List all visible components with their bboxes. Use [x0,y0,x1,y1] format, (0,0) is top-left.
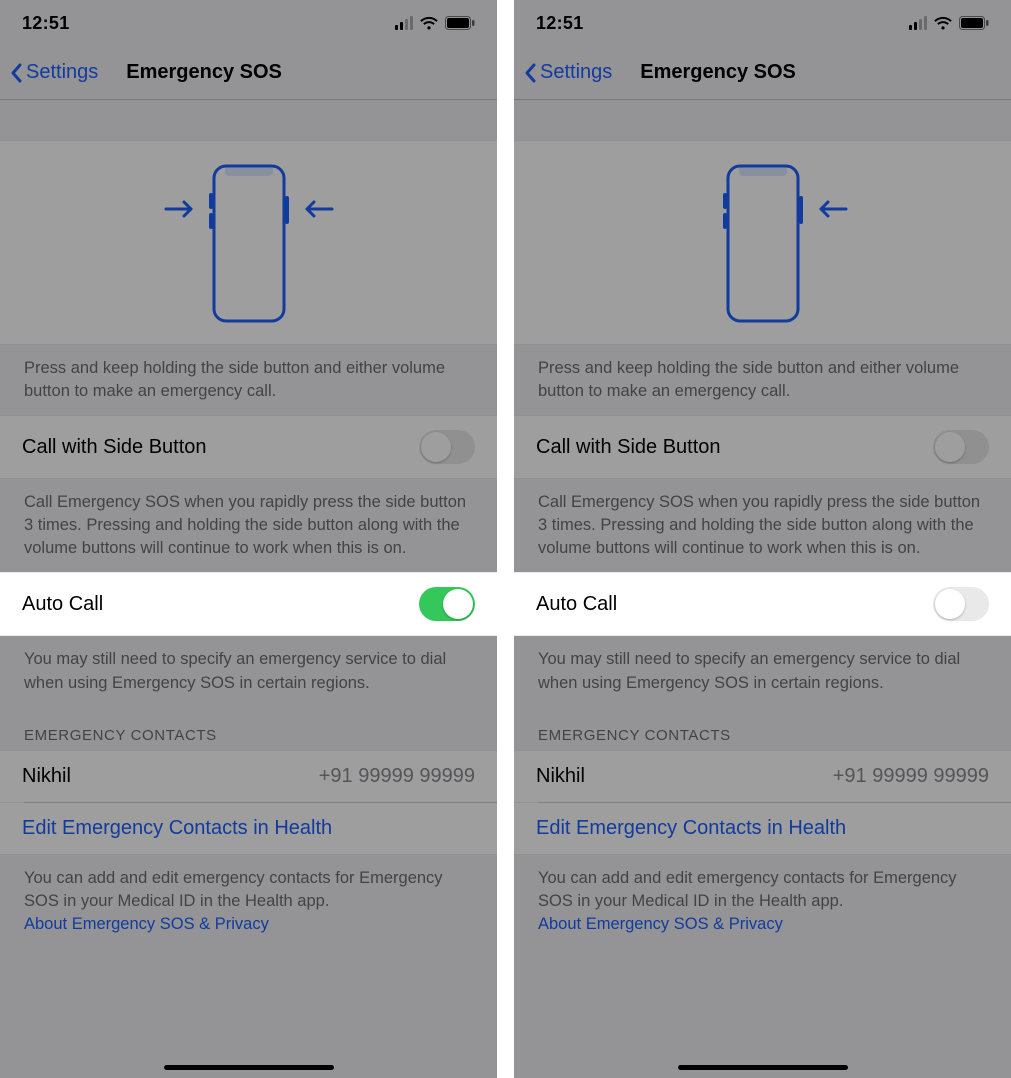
back-button[interactable]: Settings [524,61,612,84]
call-with-side-button-label: Call with Side Button [22,436,207,459]
auto-call-label: Auto Call [22,593,103,616]
contact-phone: +91 99999 99999 [833,765,989,788]
home-indicator[interactable] [164,1065,334,1070]
battery-icon [445,16,475,30]
call-with-side-button-footer: Call Emergency SOS when you rapidly pres… [0,479,497,572]
emergency-contact-row[interactable]: Nikhil +91 99999 99999 [514,750,1011,802]
diagram-footer: Press and keep holding the side button a… [0,345,497,415]
edit-contacts-label: Edit Emergency Contacts in Health [22,817,332,840]
chevron-left-icon [10,63,22,83]
cellular-icon [909,16,927,30]
back-label: Settings [26,61,98,84]
status-time: 12:51 [536,13,584,34]
auto-call-toggle[interactable] [933,587,989,621]
auto-call-row[interactable]: Auto Call [514,572,1011,636]
call-with-side-button-toggle[interactable] [933,430,989,464]
contact-phone: +91 99999 99999 [319,765,475,788]
contacts-footer: You can add and edit emergency contacts … [0,855,497,948]
chevron-left-icon [524,63,536,83]
status-time: 12:51 [22,13,70,34]
emergency-contacts-header: EMERGENCY CONTACTS [514,707,1011,750]
screenshot-1: 12:51 Settings Emergency SOS [0,0,497,1078]
back-label: Settings [540,61,612,84]
contact-name: Nikhil [536,765,585,788]
status-bar: 12:51 [514,0,1011,46]
call-with-side-button-label: Call with Side Button [536,436,721,459]
status-bar: 12:51 [0,0,497,46]
auto-call-label: Auto Call [536,593,617,616]
page-title: Emergency SOS [126,61,282,84]
battery-icon [959,16,989,30]
wifi-icon [419,16,439,31]
instruction-diagram [0,140,497,345]
contacts-footer: You can add and edit emergency contacts … [514,855,1011,948]
emergency-contacts-header: EMERGENCY CONTACTS [0,707,497,750]
call-with-side-button-toggle[interactable] [419,430,475,464]
auto-call-row[interactable]: Auto Call [0,572,497,636]
nav-bar: Settings Emergency SOS [0,46,497,100]
screenshot-2: 12:51 Settings Emergency SOS [514,0,1011,1078]
diagram-footer: Press and keep holding the side button a… [514,345,1011,415]
auto-call-footer: You may still need to specify an emergen… [0,636,497,706]
emergency-contact-row[interactable]: Nikhil +91 99999 99999 [0,750,497,802]
home-indicator[interactable] [678,1065,848,1070]
privacy-link[interactable]: About Emergency SOS & Privacy [24,915,269,933]
privacy-link[interactable]: About Emergency SOS & Privacy [538,915,783,933]
page-title: Emergency SOS [640,61,796,84]
cellular-icon [395,16,413,30]
wifi-icon [933,16,953,31]
auto-call-footer: You may still need to specify an emergen… [514,636,1011,706]
back-button[interactable]: Settings [10,61,98,84]
call-with-side-button-row[interactable]: Call with Side Button [0,415,497,479]
instruction-diagram [514,140,1011,345]
edit-contacts-link[interactable]: Edit Emergency Contacts in Health [0,803,497,855]
call-with-side-button-footer: Call Emergency SOS when you rapidly pres… [514,479,1011,572]
contact-name: Nikhil [22,765,71,788]
call-with-side-button-row[interactable]: Call with Side Button [514,415,1011,479]
edit-contacts-link[interactable]: Edit Emergency Contacts in Health [514,803,1011,855]
nav-bar: Settings Emergency SOS [514,46,1011,100]
auto-call-toggle[interactable] [419,587,475,621]
edit-contacts-label: Edit Emergency Contacts in Health [536,817,846,840]
